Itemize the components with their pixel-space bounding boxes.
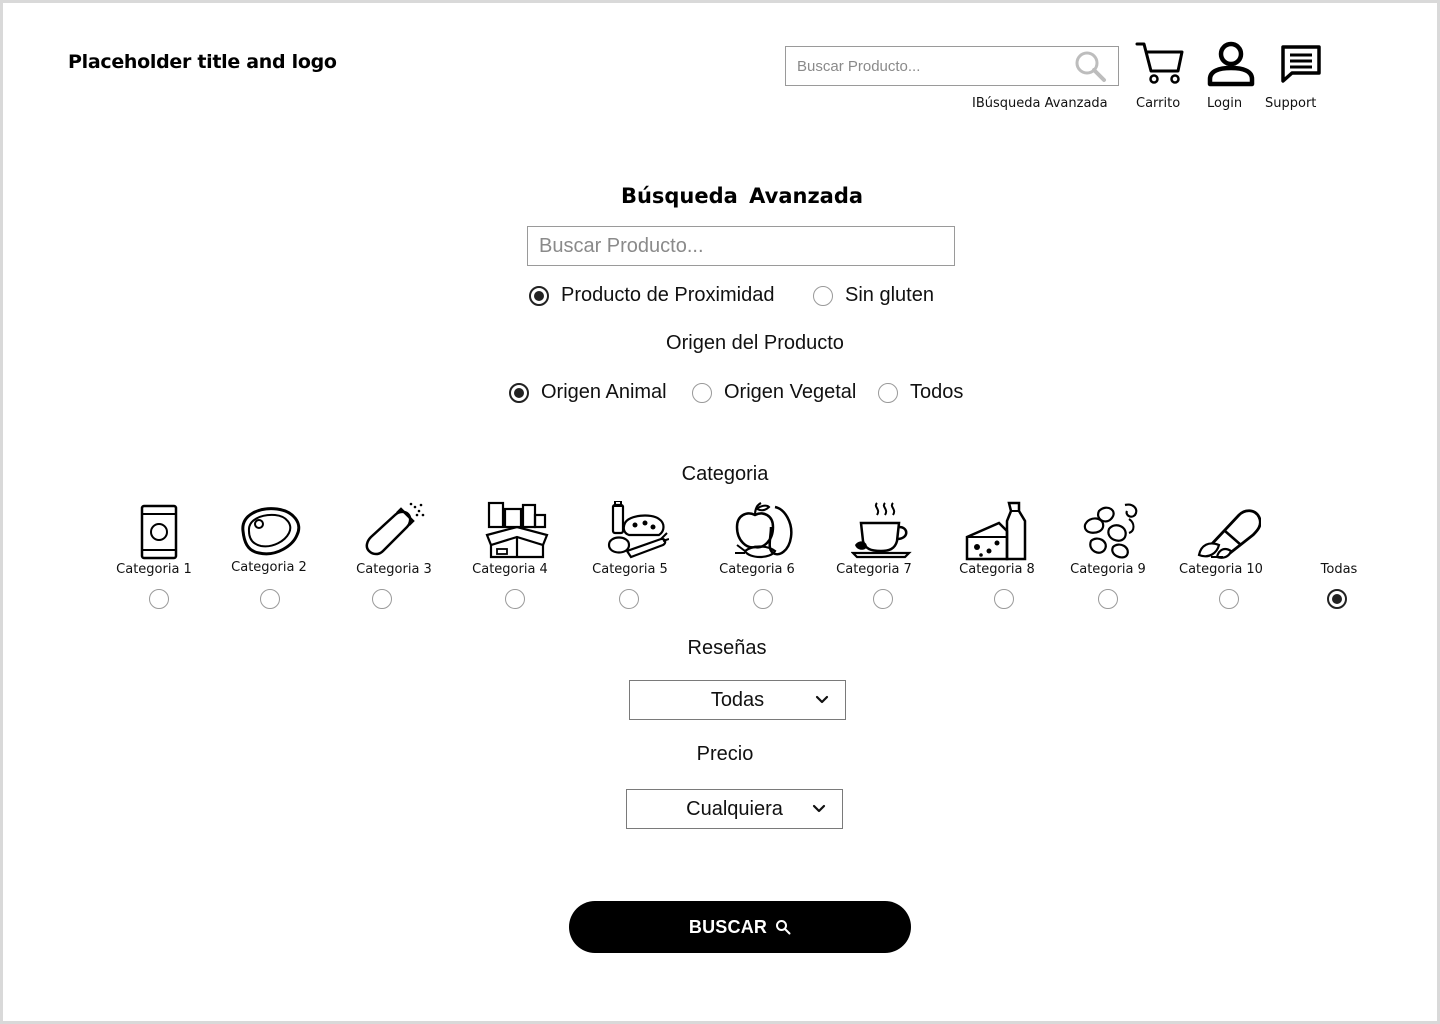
category-4-radio[interactable] xyxy=(505,589,525,609)
fruits-vegetables-icon xyxy=(735,502,793,559)
category-2-label: Categoria 2 xyxy=(231,560,307,575)
vegan-pill-icon xyxy=(1197,509,1261,559)
nav-cart-link[interactable]: Carrito xyxy=(1136,96,1180,111)
dairy-cheese-icon xyxy=(965,501,1027,561)
cart-icon[interactable] xyxy=(1135,41,1185,85)
category-3-label: Categoria 3 xyxy=(356,562,432,577)
coffee-cup-icon xyxy=(851,502,912,559)
origin-animal-label: Origen Animal xyxy=(541,381,667,403)
main-search-input[interactable] xyxy=(528,227,954,265)
category-4-label: Categoria 4 xyxy=(472,562,548,577)
category-all-radio[interactable] xyxy=(1327,589,1347,609)
page-frame: Placeholder title and logo IBúsqueda Ava… xyxy=(0,0,1440,1024)
origin-heading: Origen del Producto xyxy=(666,332,844,354)
user-icon[interactable] xyxy=(1207,41,1255,87)
origin-all-label: Todos xyxy=(910,381,964,403)
category-1-label: Categoria 1 xyxy=(116,562,192,577)
site-logo-title[interactable]: Placeholder title and logo xyxy=(68,51,337,73)
price-heading: Precio xyxy=(696,743,754,765)
price-selected-value: Cualquiera xyxy=(686,797,783,820)
nav-advanced-search-link[interactable]: IBúsqueda Avanzada xyxy=(972,96,1108,111)
origin-vegetal-label: Origen Vegetal xyxy=(724,381,857,403)
chevron-down-icon xyxy=(815,695,829,704)
category-all-label: Todas xyxy=(1320,562,1358,577)
groceries-icon xyxy=(607,501,669,559)
category-3-radio[interactable] xyxy=(372,589,392,609)
category-2-radio[interactable] xyxy=(260,589,280,609)
category-6-label: Categoria 6 xyxy=(719,562,795,577)
header-search-input[interactable] xyxy=(786,47,1066,85)
gluten-free-label: Sin gluten xyxy=(845,284,934,306)
chevron-down-icon xyxy=(812,804,826,813)
category-1-radio[interactable] xyxy=(149,589,169,609)
reviews-selected-value: Todas xyxy=(710,688,765,711)
search-submit-button[interactable]: BUSCAR xyxy=(569,901,911,953)
category-10-label: Categoria 10 xyxy=(1179,562,1263,577)
category-7-label: Categoria 7 xyxy=(836,562,912,577)
header-search-box xyxy=(785,46,1119,86)
category-6-radio[interactable] xyxy=(753,589,773,609)
reviews-select[interactable]: Todas xyxy=(629,680,846,720)
salt-shaker-icon xyxy=(365,502,425,556)
beans-icon xyxy=(1083,503,1138,559)
origin-animal-radio[interactable] xyxy=(509,383,529,403)
proximity-radio[interactable] xyxy=(529,286,549,306)
category-8-radio[interactable] xyxy=(994,589,1014,609)
price-select[interactable]: Cualquiera xyxy=(626,789,843,829)
category-10-radio[interactable] xyxy=(1219,589,1239,609)
pantry-box-icon xyxy=(485,501,549,559)
search-icon[interactable] xyxy=(1072,49,1108,83)
category-heading: Categoria xyxy=(681,463,769,485)
category-5-radio[interactable] xyxy=(619,589,639,609)
steak-icon xyxy=(241,507,301,556)
nav-support-link[interactable]: Support xyxy=(1265,96,1316,111)
category-7-radio[interactable] xyxy=(873,589,893,609)
origin-vegetal-radio[interactable] xyxy=(692,383,712,403)
page-title: Búsqueda Avanzada xyxy=(620,184,864,208)
can-icon xyxy=(140,504,178,560)
gluten-free-radio[interactable] xyxy=(813,286,833,306)
proximity-label: Producto de Proximidad xyxy=(561,284,775,306)
main-search-box xyxy=(527,226,955,266)
category-9-radio[interactable] xyxy=(1098,589,1118,609)
category-5-label: Categoria 5 xyxy=(592,562,668,577)
reviews-heading: Reseñas xyxy=(687,637,767,659)
search-icon xyxy=(776,920,791,935)
search-submit-label: BUSCAR xyxy=(688,916,768,937)
chat-icon[interactable] xyxy=(1280,44,1322,84)
origin-all-radio[interactable] xyxy=(878,383,898,403)
category-8-label: Categoria 8 xyxy=(959,562,1035,577)
category-9-label: Categoria 9 xyxy=(1070,562,1146,577)
nav-login-link[interactable]: Login xyxy=(1207,96,1242,111)
